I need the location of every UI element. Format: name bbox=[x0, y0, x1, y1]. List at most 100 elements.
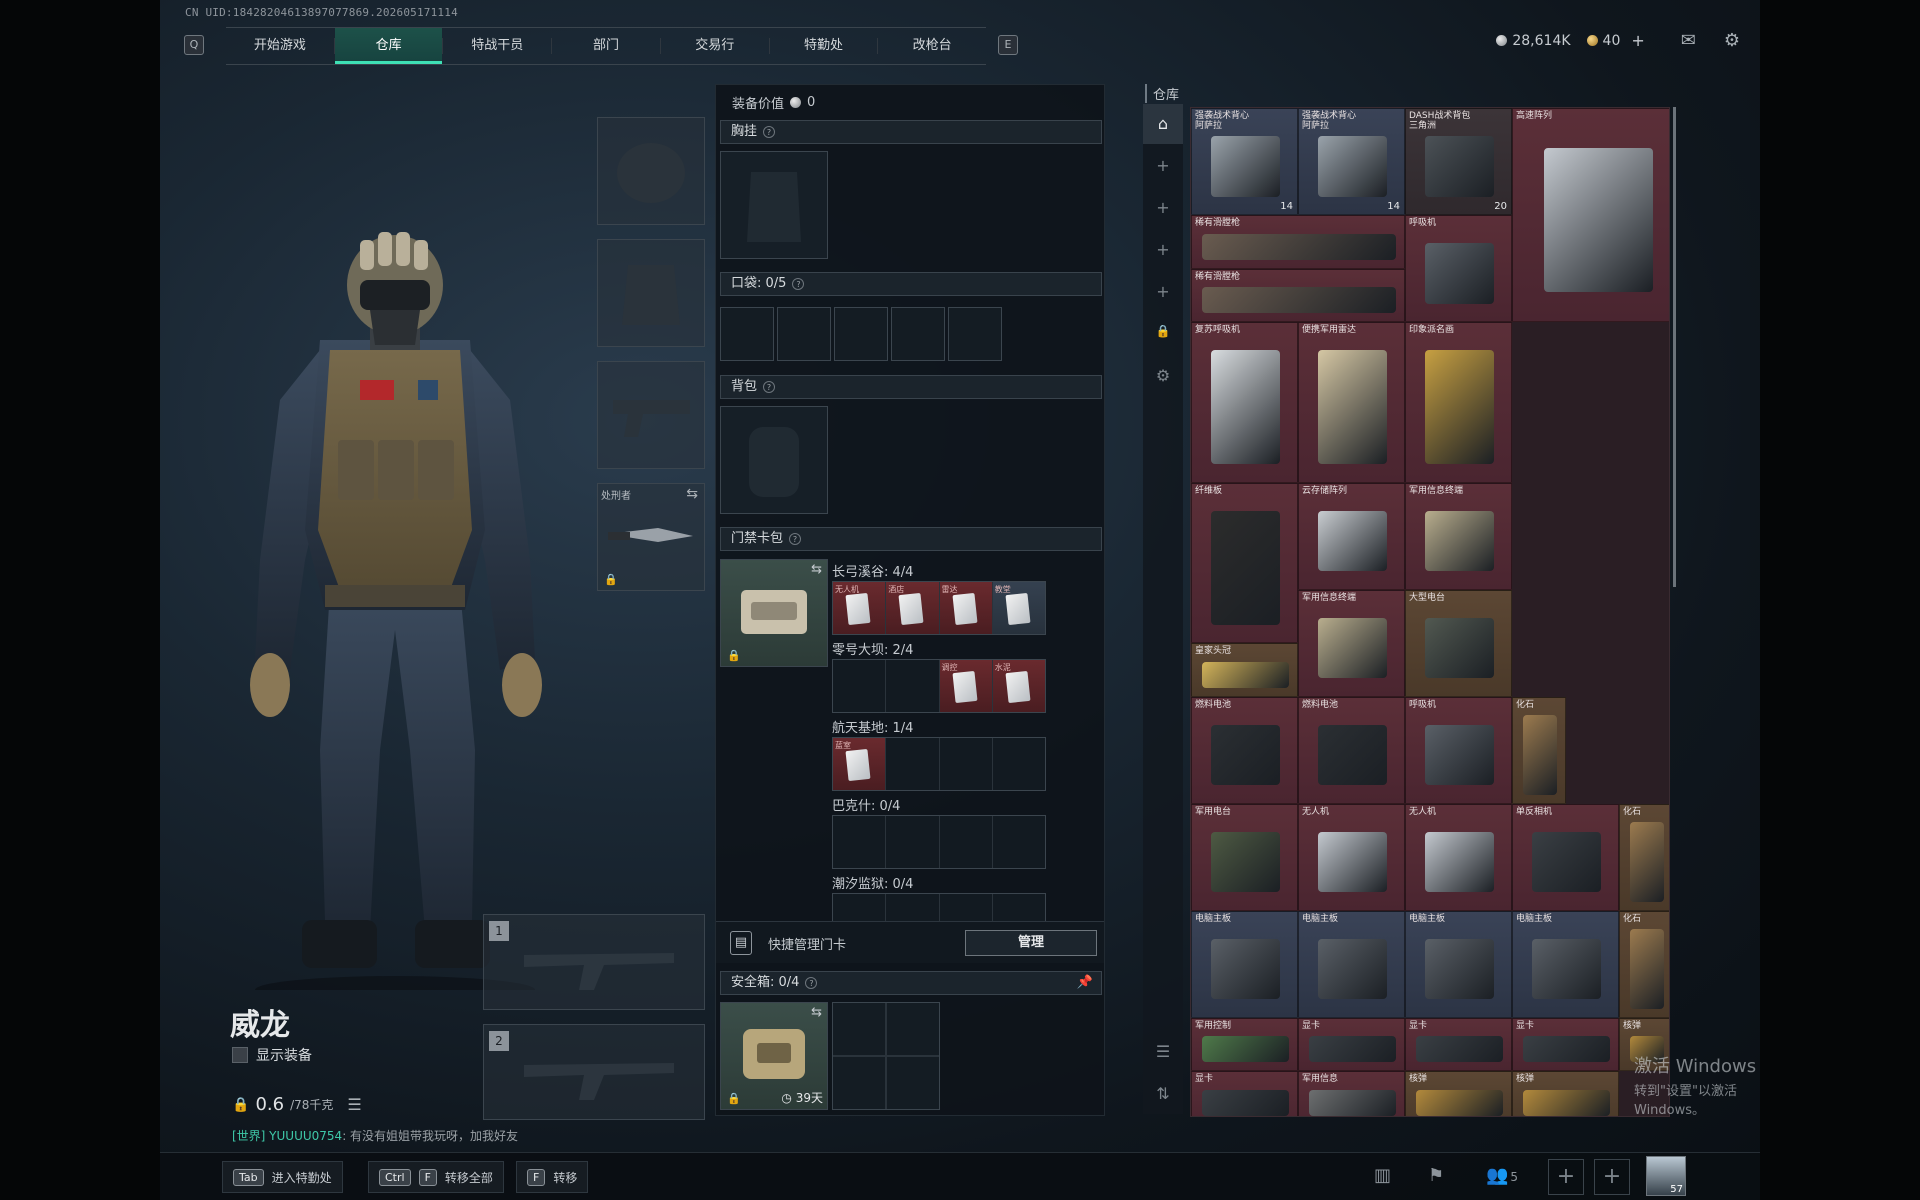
key-hint[interactable]: F 转移 bbox=[516, 1161, 589, 1193]
help-icon[interactable]: ? bbox=[763, 380, 776, 393]
warehouse-item[interactable]: 呼吸机 bbox=[1405, 696, 1512, 804]
warehouse-item[interactable]: 电脑主板 bbox=[1405, 910, 1512, 1018]
warehouse-item[interactable]: 显卡 bbox=[1298, 1017, 1405, 1071]
warehouse-item[interactable]: 军用信息 bbox=[1298, 1071, 1405, 1116]
warehouse-item[interactable]: 复苏呼吸机 bbox=[1191, 322, 1298, 483]
helmet-slot[interactable] bbox=[597, 117, 705, 225]
warehouse-tab-add-icon[interactable]: + bbox=[1143, 156, 1183, 175]
nav-tab[interactable]: 交易行 bbox=[661, 28, 769, 64]
nav-prev-key[interactable]: Q bbox=[184, 35, 204, 55]
warehouse-lock-icon[interactable]: 🔒 bbox=[1143, 324, 1183, 338]
warehouse-tab-add-icon[interactable]: + bbox=[1143, 240, 1183, 259]
warehouse-item[interactable]: 军用信息终端 bbox=[1405, 482, 1512, 590]
keycard-slot[interactable] bbox=[886, 816, 940, 868]
mail-icon[interactable]: ✉ bbox=[1681, 30, 1696, 51]
silver-balance[interactable]: 28,614K bbox=[1496, 33, 1571, 49]
warehouse-item[interactable]: 皇家头冠 bbox=[1191, 643, 1298, 697]
warehouse-tab-add-icon[interactable]: + bbox=[1143, 198, 1183, 217]
friends-icon[interactable]: 👥 5 bbox=[1486, 1165, 1518, 1186]
pistol-slot[interactable] bbox=[597, 361, 705, 469]
warehouse-item[interactable]: 化石 bbox=[1512, 696, 1566, 804]
nav-tab[interactable]: 改枪台 bbox=[878, 28, 986, 64]
warehouse-item[interactable]: 军用信息终端 bbox=[1298, 589, 1405, 697]
backpack-slot[interactable] bbox=[720, 406, 828, 514]
keycard-zone-grid[interactable]: 无人机 酒店 雷达 教堂 bbox=[832, 581, 1046, 635]
keycard-zone-grid[interactable]: 蓝室 bbox=[832, 737, 1046, 791]
warehouse-item[interactable]: 稀有滑膛枪 bbox=[1191, 215, 1405, 269]
sort-icon[interactable]: ⇅ bbox=[1143, 1084, 1183, 1103]
warehouse-grid[interactable]: 强袭战术背心 阿萨拉 14 强袭战术背心 阿萨拉 14 DASH战术背包 三角洲 20 高速… bbox=[1190, 107, 1670, 1117]
keycard-case-slot[interactable]: ⇆ 🔒 bbox=[720, 559, 828, 667]
keycard-slot[interactable] bbox=[993, 738, 1045, 790]
keycard-slot[interactable] bbox=[940, 738, 993, 790]
show-equipment-toggle[interactable]: 显示装备 bbox=[232, 1045, 312, 1065]
warehouse-item[interactable]: 强袭战术背心 阿萨拉 14 bbox=[1191, 108, 1298, 215]
key-hint[interactable]: Tab 进入特勤处 bbox=[222, 1161, 343, 1193]
warehouse-item[interactable]: 核弹 bbox=[1405, 1071, 1512, 1116]
warehouse-item[interactable]: 军用控制 bbox=[1191, 1017, 1298, 1071]
warehouse-item[interactable]: 显卡 bbox=[1512, 1017, 1619, 1071]
layers-icon[interactable]: ☰ bbox=[1143, 1042, 1183, 1061]
warehouse-scrollbar[interactable] bbox=[1673, 107, 1676, 587]
keycard-slot[interactable] bbox=[833, 660, 887, 712]
keycard-slot[interactable] bbox=[886, 738, 940, 790]
swap-icon[interactable]: ⇆ bbox=[811, 562, 822, 577]
stats-chart-icon[interactable]: ▥ bbox=[1374, 1165, 1391, 1186]
help-icon[interactable]: ? bbox=[763, 125, 776, 138]
warehouse-item[interactable]: 军用电台 bbox=[1191, 803, 1298, 911]
invite-slot-button[interactable]: + bbox=[1594, 1159, 1630, 1195]
keycard-slot[interactable] bbox=[940, 816, 993, 868]
warehouse-item[interactable]: 纤维板 bbox=[1191, 482, 1298, 643]
show-equipment-checkbox[interactable] bbox=[232, 1047, 248, 1063]
keycard-slot[interactable]: 水泥 bbox=[992, 660, 1045, 712]
pocket-slot[interactable] bbox=[777, 307, 831, 361]
warehouse-item[interactable]: 单反相机 bbox=[1512, 803, 1619, 911]
primary-weapon-slot[interactable]: 1 bbox=[483, 914, 705, 1010]
warehouse-item[interactable]: 显卡 bbox=[1405, 1017, 1512, 1071]
warehouse-item[interactable]: 化石 bbox=[1619, 803, 1669, 911]
warehouse-settings-gear-icon[interactable]: ⚙ bbox=[1143, 366, 1183, 385]
gold-balance[interactable]: 40 + bbox=[1586, 31, 1645, 50]
keycard-zone-grid[interactable] bbox=[832, 815, 1046, 869]
help-icon[interactable]: ? bbox=[792, 277, 805, 290]
warehouse-item[interactable]: 无人机 bbox=[1405, 803, 1512, 911]
warehouse-item[interactable]: 强袭战术背心 阿萨拉 14 bbox=[1298, 108, 1405, 215]
warehouse-item[interactable]: 燃料电池 bbox=[1191, 696, 1298, 804]
keycard-slot[interactable]: 教堂 bbox=[992, 582, 1045, 634]
help-icon[interactable]: ? bbox=[805, 976, 818, 989]
warehouse-item[interactable]: 显卡 bbox=[1191, 1071, 1298, 1116]
world-chat-line[interactable]: [世界] YUUUU0754: 有没有姐姐带我玩呀，加我好友 bbox=[232, 1127, 518, 1144]
nav-tab[interactable]: 仓库 bbox=[334, 28, 443, 64]
safebox-slot[interactable]: ⇆ 🔒 ◷ 39天 bbox=[720, 1002, 828, 1110]
warehouse-item[interactable]: 稀有滑膛枪 bbox=[1191, 268, 1405, 322]
swap-icon[interactable]: ⇆ bbox=[686, 486, 698, 502]
warehouse-item[interactable]: 大型电台 bbox=[1405, 589, 1512, 697]
warehouse-item[interactable]: DASH战术背包 三角洲 20 bbox=[1405, 108, 1512, 215]
warehouse-item[interactable]: 云存储阵列 bbox=[1298, 482, 1405, 590]
keycard-slot[interactable] bbox=[993, 816, 1045, 868]
keycard-slot[interactable] bbox=[833, 816, 887, 868]
add-gold-button[interactable]: + bbox=[1631, 31, 1644, 50]
warehouse-item[interactable]: 核弹 bbox=[1512, 1071, 1619, 1116]
pocket-slot[interactable] bbox=[891, 307, 945, 361]
nav-tab[interactable]: 部门 bbox=[552, 28, 660, 64]
pin-icon[interactable]: 📌 bbox=[1077, 972, 1093, 994]
warehouse-item[interactable]: 燃料电池 bbox=[1298, 696, 1405, 804]
armor-slot[interactable] bbox=[597, 239, 705, 347]
settings-gear-icon[interactable]: ⚙ bbox=[1724, 30, 1740, 51]
warehouse-tab-home-icon[interactable]: ⌂ bbox=[1143, 104, 1183, 144]
keycard-slot[interactable]: 无人机 bbox=[833, 582, 887, 634]
keycard-slot[interactable] bbox=[886, 660, 940, 712]
keycard-slot[interactable]: 调控 bbox=[939, 660, 993, 712]
pocket-slot[interactable] bbox=[720, 307, 774, 361]
nav-tab[interactable]: 特战干员 bbox=[443, 28, 551, 64]
melee-slot[interactable]: 处刑者 ⇆ 🔒 bbox=[597, 483, 705, 591]
keycard-slot[interactable]: 蓝室 bbox=[833, 738, 887, 790]
secondary-weapon-slot[interactable]: 2 bbox=[483, 1024, 705, 1120]
invite-slot-button[interactable]: + bbox=[1548, 1159, 1584, 1195]
warehouse-item[interactable]: 呼吸机 bbox=[1405, 215, 1512, 322]
safebox-grid[interactable] bbox=[832, 1002, 940, 1110]
keycard-zone-grid[interactable]: 调控 水泥 bbox=[832, 659, 1046, 713]
warehouse-tab-add-icon[interactable]: + bbox=[1143, 282, 1183, 301]
swap-icon[interactable]: ⇆ bbox=[811, 1005, 822, 1020]
